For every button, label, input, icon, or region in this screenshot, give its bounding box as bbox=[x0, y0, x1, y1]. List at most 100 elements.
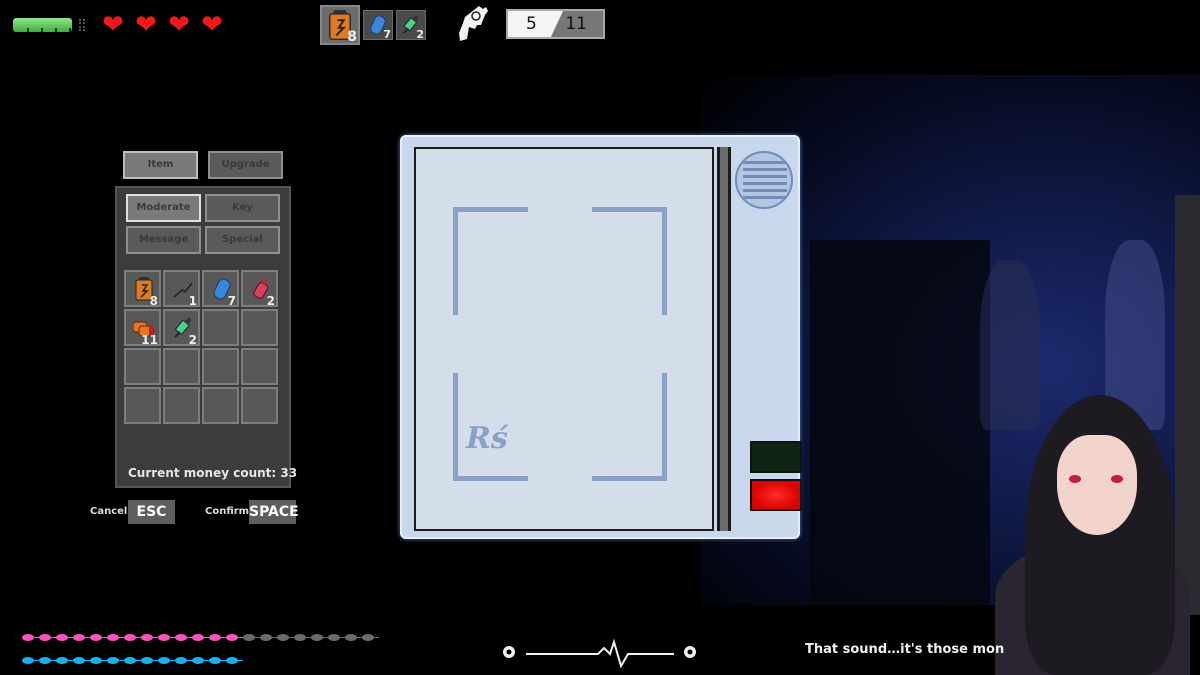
bead-empty bbox=[277, 634, 294, 641]
scanner-device: Rś bbox=[400, 135, 802, 539]
confirm-label: Confirm bbox=[205, 506, 250, 517]
inventory-slot-empty[interactable] bbox=[202, 309, 239, 346]
sanity-bar bbox=[22, 634, 379, 641]
tab-item[interactable]: Item bbox=[123, 151, 198, 179]
frame-corner bbox=[592, 373, 667, 481]
inventory-slot-empty[interactable] bbox=[163, 348, 200, 385]
bead-filled bbox=[124, 657, 141, 664]
quick-slot[interactable]: 8 bbox=[320, 5, 360, 45]
bead-filled bbox=[73, 657, 90, 664]
bead-filled bbox=[22, 657, 39, 664]
stamina-bar bbox=[13, 18, 85, 32]
bead-filled bbox=[175, 634, 192, 641]
bead-filled bbox=[73, 634, 90, 641]
bead-empty bbox=[328, 634, 345, 641]
confirm-key-button[interactable]: SPACE bbox=[249, 500, 299, 524]
frame-corner bbox=[592, 207, 667, 315]
item-count: 2 bbox=[188, 333, 197, 347]
quick-slot[interactable]: 7 bbox=[363, 10, 393, 41]
dialogue-subtitle: That sound…it's those mon bbox=[805, 642, 1005, 657]
bead-filled bbox=[141, 657, 158, 664]
inventory-slot-empty[interactable] bbox=[241, 387, 278, 424]
bead-filled bbox=[158, 657, 175, 664]
bead-empty bbox=[260, 634, 277, 641]
subtab-moderate[interactable]: Moderate bbox=[126, 194, 201, 222]
bead-empty bbox=[243, 634, 260, 641]
inventory-slot-empty[interactable] bbox=[124, 387, 161, 424]
inventory-slot[interactable]: 1 bbox=[163, 270, 200, 308]
bead-empty bbox=[345, 634, 362, 641]
speaker-grille-icon bbox=[735, 151, 793, 209]
bead-filled bbox=[209, 657, 226, 664]
health-hearts: ❤ ❤ ❤ ❤ bbox=[100, 10, 225, 40]
bead-filled bbox=[192, 634, 209, 641]
item-count: 8 bbox=[347, 29, 357, 45]
heart-icon: ❤ bbox=[201, 10, 223, 40]
doorway bbox=[810, 240, 990, 605]
inventory-slot-empty[interactable] bbox=[241, 309, 278, 346]
inventory-slot-empty[interactable] bbox=[202, 348, 239, 385]
bead-filled bbox=[39, 657, 56, 664]
heart-icon: ❤ bbox=[135, 10, 157, 40]
inventory-slot[interactable]: 11 bbox=[124, 309, 161, 347]
green-indicator-light bbox=[750, 441, 802, 473]
heartbeat-monitor bbox=[503, 638, 696, 668]
bead-filled bbox=[90, 657, 107, 664]
inventory-slot[interactable]: 2 bbox=[163, 309, 200, 347]
cancel-key-button[interactable]: ESC bbox=[128, 500, 175, 524]
item-count: 7 bbox=[227, 294, 236, 308]
ammo-loaded: 5 bbox=[508, 11, 563, 37]
quick-slot[interactable]: 2 bbox=[396, 10, 426, 41]
ear-icon bbox=[503, 646, 515, 658]
inventory-slot-empty[interactable] bbox=[241, 348, 278, 385]
revolver-icon bbox=[459, 6, 488, 41]
subtab-message[interactable]: Message bbox=[126, 226, 201, 254]
subtab-key[interactable]: Key bbox=[205, 194, 280, 222]
bead-filled bbox=[107, 657, 124, 664]
inventory-slot-empty[interactable] bbox=[163, 387, 200, 424]
ammo-counter: 5 11 bbox=[506, 9, 605, 39]
bead-empty bbox=[362, 634, 379, 641]
inventory-slot[interactable]: 7 bbox=[202, 270, 239, 308]
bead-filled bbox=[39, 634, 56, 641]
inventory-slot[interactable]: 8 bbox=[124, 270, 161, 308]
heart-icon: ❤ bbox=[102, 10, 124, 40]
quick-item-bar: 8 7 2 bbox=[320, 5, 426, 45]
tab-upgrade[interactable]: Upgrade bbox=[208, 151, 283, 179]
heart-icon: ❤ bbox=[168, 10, 190, 40]
item-count: 2 bbox=[266, 294, 275, 308]
character-portrait bbox=[985, 395, 1200, 675]
device-logo: Rś bbox=[466, 421, 508, 456]
item-count: 8 bbox=[149, 294, 158, 308]
cancel-label: Cancel bbox=[90, 506, 128, 517]
bead-filled bbox=[107, 634, 124, 641]
inventory-slot[interactable]: 2 bbox=[241, 270, 278, 308]
bead-filled bbox=[56, 657, 73, 664]
bead-filled bbox=[124, 634, 141, 641]
bead-filled bbox=[209, 634, 226, 641]
subtab-special[interactable]: Special bbox=[205, 226, 280, 254]
bead-filled bbox=[226, 657, 243, 664]
ear-icon bbox=[684, 646, 696, 658]
bead-empty bbox=[311, 634, 328, 641]
device-rail bbox=[717, 147, 731, 531]
bead-filled bbox=[22, 634, 39, 641]
bead-filled bbox=[192, 657, 209, 664]
scanner-screen: Rś bbox=[414, 147, 714, 531]
ammo-reserve: 11 bbox=[565, 14, 587, 34]
item-count: 11 bbox=[141, 333, 158, 347]
inventory-slot-empty[interactable] bbox=[124, 348, 161, 385]
money-count: Current money count: 33 bbox=[128, 466, 298, 480]
bead-filled bbox=[158, 634, 175, 641]
bead-filled bbox=[56, 634, 73, 641]
bead-filled bbox=[90, 634, 107, 641]
item-count: 2 bbox=[416, 28, 424, 41]
item-count: 1 bbox=[188, 294, 197, 308]
inventory-grid: 8 1 7 2 11 2 bbox=[124, 270, 278, 424]
bead-empty bbox=[294, 634, 311, 641]
bead-filled bbox=[141, 634, 158, 641]
red-indicator-light bbox=[750, 479, 802, 511]
bead-filled bbox=[226, 634, 243, 641]
item-count: 7 bbox=[383, 28, 391, 41]
inventory-slot-empty[interactable] bbox=[202, 387, 239, 424]
